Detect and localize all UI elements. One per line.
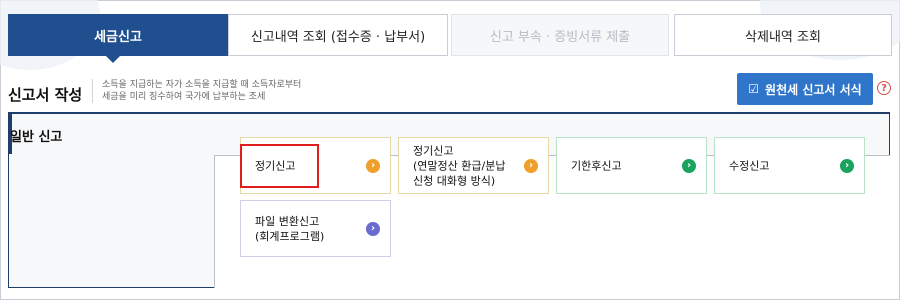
card-file-conversion-report[interactable]: 파일 변환신고 (회계프로그램) › xyxy=(240,200,391,257)
card-label: 기한후신고 xyxy=(571,158,622,173)
document-edit-icon: ☑ xyxy=(748,82,760,96)
chevron-right-icon: › xyxy=(366,158,380,173)
description-line: 세금을 미리 징수하여 국가에 납부하는 조세 xyxy=(102,92,266,102)
card-label-line: 정기신고 xyxy=(413,144,454,157)
card-label-line: 신청 대화형 방식) xyxy=(413,174,496,187)
form-template-label: 원천세 신고서 서식 xyxy=(765,82,862,97)
card-label-line: 기한후신고 xyxy=(571,159,622,172)
tab-attachment-submit: 신고 부속 · 증빙서류 제출 xyxy=(451,14,669,56)
highlight-box xyxy=(240,144,319,188)
section-title: 신고서 작성 xyxy=(8,86,83,104)
card-label: 수정신고 xyxy=(729,158,769,173)
chevron-right-icon: › xyxy=(682,158,696,173)
card-label-line: (연말정산 환급/분납 xyxy=(413,159,506,172)
active-tab-pointer xyxy=(106,56,120,63)
card-regular-report-interactive[interactable]: 정기신고 (연말정산 환급/분납 신청 대화형 방식) › xyxy=(398,137,549,194)
card-label-line: (회계프로그램) xyxy=(255,229,325,243)
card-label: 파일 변환신고 (회계프로그램) xyxy=(255,214,324,244)
help-icon[interactable]: ? xyxy=(877,81,891,95)
section-description: 소득을 지급하는 자가 소득을 지급할 때 소득자로부터 세금을 미리 징수하여… xyxy=(92,79,301,103)
tab-report-history[interactable]: 신고내역 조회 (접수증 · 납부서) xyxy=(228,14,448,56)
tab-deleted-history[interactable]: 삭제내역 조회 xyxy=(674,14,892,56)
chevron-right-icon: › xyxy=(840,158,854,173)
chevron-right-icon: › xyxy=(366,221,380,236)
card-amended-report[interactable]: 수정신고 › xyxy=(714,137,865,194)
card-label-line: 파일 변환신고 xyxy=(255,214,320,228)
card-late-report[interactable]: 기한후신고 › xyxy=(556,137,707,194)
card-label-line: 수정신고 xyxy=(729,159,770,172)
chevron-right-icon: › xyxy=(524,158,538,173)
description-line: 소득을 지급하는 자가 소득을 지급할 때 소득자로부터 xyxy=(102,80,302,90)
form-template-button[interactable]: ☑ 원천세 신고서 서식 xyxy=(737,73,873,105)
panel-label: 일반 신고 xyxy=(10,130,63,145)
tab-tax-report[interactable]: 세금신고 xyxy=(8,14,228,56)
card-label: 정기신고 (연말정산 환급/분납 신청 대화형 방식) xyxy=(413,143,505,188)
